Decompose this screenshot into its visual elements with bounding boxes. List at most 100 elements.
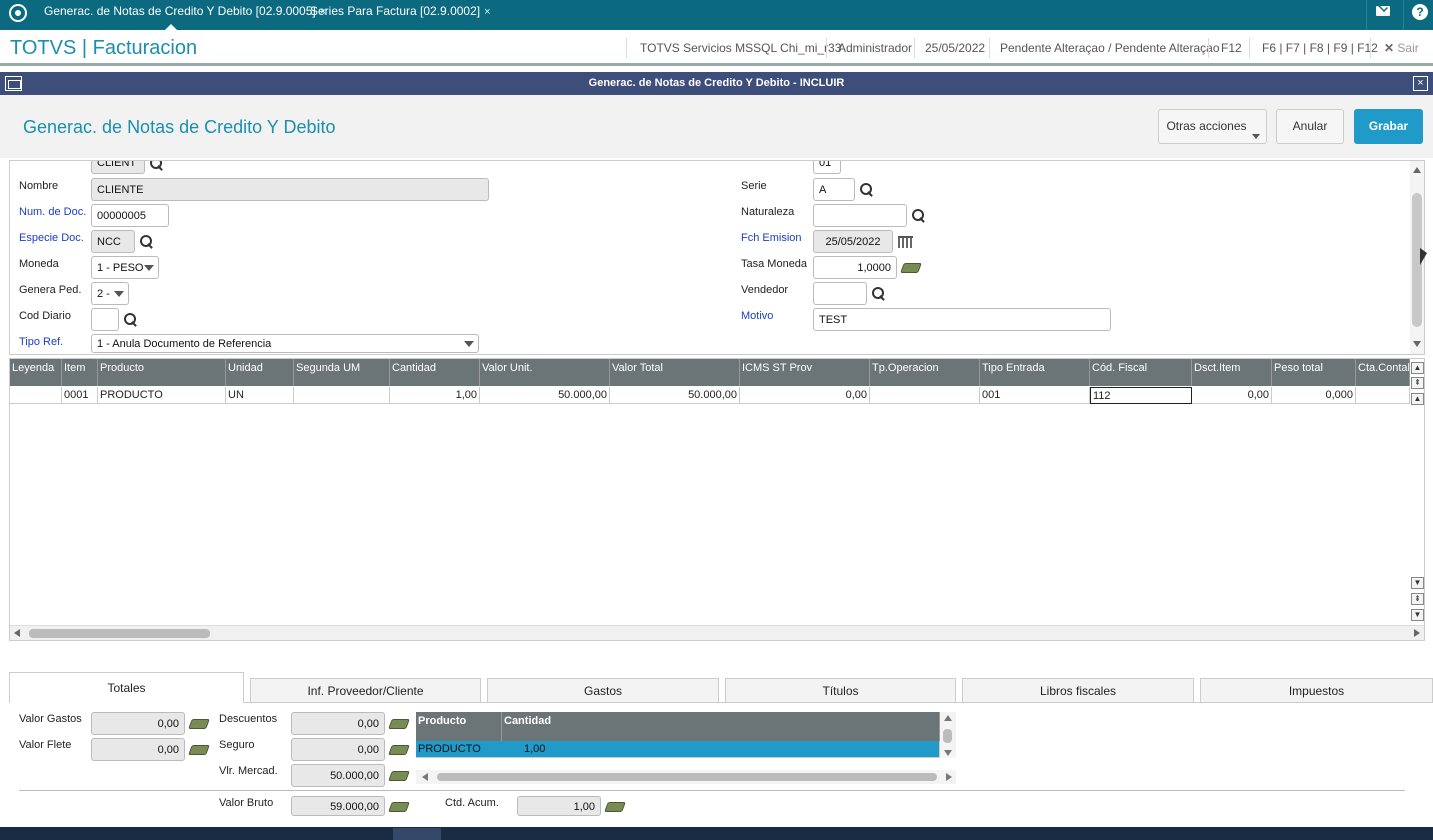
vendedor-field[interactable] — [813, 282, 867, 305]
cell-tipo-entrada[interactable]: 001 — [980, 387, 1090, 404]
num-doc-field[interactable]: 00000005 — [91, 204, 169, 227]
cell-segunda-um[interactable] — [294, 387, 390, 404]
money-icon[interactable] — [188, 719, 210, 729]
nombre-field[interactable]: CLIENTE — [91, 178, 489, 201]
col-header[interactable]: Leyenda — [10, 359, 62, 386]
col-header[interactable]: Cantidad — [502, 712, 940, 741]
save-button[interactable]: Grabar — [1354, 109, 1423, 144]
scroll-thumb[interactable] — [29, 629, 210, 638]
tab-totales[interactable]: Totales — [9, 672, 244, 703]
scroll-down-icon[interactable] — [1413, 341, 1421, 347]
cell-producto[interactable]: PRODUCTO — [416, 741, 502, 758]
ctd-acum-field[interactable]: 1,00 — [517, 796, 601, 816]
moneda-select[interactable]: 1 - PESO — [91, 256, 159, 279]
tab-libros-fiscales[interactable]: Libros fiscales — [962, 678, 1194, 703]
descuentos-field[interactable]: 0,00 — [291, 712, 385, 735]
cell-dsct-item[interactable]: 0,00 — [1192, 387, 1272, 404]
col-header[interactable]: Tp.Operacion — [870, 359, 980, 386]
client-code-field[interactable]: CLIENT — [91, 161, 145, 174]
valor-gastos-field[interactable]: 0,00 — [91, 712, 185, 735]
valor-bruto-field[interactable]: 59.000,00 — [291, 796, 385, 816]
other-actions-button[interactable]: Otras acciones — [1158, 109, 1267, 144]
search-icon[interactable] — [140, 235, 154, 249]
money-icon[interactable] — [388, 802, 410, 812]
cell-valor-total[interactable]: 50.000,00 — [610, 387, 740, 404]
cod-diario-field[interactable] — [91, 308, 119, 331]
cell-tp-operacion[interactable] — [870, 387, 980, 404]
function-keys[interactable]: F6 | F7 | F8 | F9 | F12 — [1262, 41, 1378, 55]
search-icon[interactable] — [912, 209, 926, 223]
cell-cantidad[interactable]: 1,00 — [390, 387, 480, 404]
cell-cod-fiscal[interactable]: 112 — [1090, 387, 1192, 404]
cell-producto[interactable]: PRODUCTO — [98, 387, 226, 404]
cell-unidad[interactable]: UN — [226, 387, 294, 404]
serie-field[interactable]: A — [813, 178, 855, 201]
cell-cantidad[interactable]: 1,00 — [502, 741, 940, 758]
search-icon[interactable] — [860, 183, 874, 197]
search-icon[interactable] — [150, 161, 164, 171]
money-icon[interactable] — [388, 771, 410, 781]
search-icon[interactable] — [124, 313, 138, 327]
scroll-left-icon[interactable] — [14, 629, 20, 637]
money-icon[interactable] — [188, 745, 210, 755]
f12-shortcut[interactable]: F12 — [1221, 41, 1242, 55]
genera-ped-select[interactable]: 2 - — [91, 282, 129, 305]
cell-peso-total[interactable]: 0,000 — [1272, 387, 1356, 404]
search-icon[interactable] — [872, 287, 886, 301]
tab-notas-credito[interactable]: Generac. de Notas de Credito Y Debito [0… — [44, 0, 326, 30]
motivo-field[interactable]: TEST — [813, 308, 1111, 331]
tipo-ref-select[interactable]: 1 - Anula Documento de Referencia — [91, 334, 479, 353]
cell-leyenda[interactable] — [10, 387, 62, 404]
taskbar-item[interactable] — [393, 828, 441, 840]
scroll-down-icon[interactable]: ▼ — [1411, 577, 1424, 589]
col-header[interactable]: Cód. Fiscal — [1090, 359, 1192, 386]
tab-titulos[interactable]: Títulos — [725, 678, 956, 703]
page-up-icon[interactable]: ⇞ — [1411, 377, 1424, 389]
col-header[interactable]: Producto — [98, 359, 226, 386]
exit-button[interactable]: ✕ Sair — [1384, 41, 1419, 55]
col-header[interactable]: ICMS ST Prov — [740, 359, 870, 386]
naturaleza-field[interactable] — [813, 204, 907, 227]
store-field[interactable]: 01 — [813, 161, 841, 174]
close-icon[interactable]: × — [484, 6, 490, 18]
col-header[interactable]: Unidad — [226, 359, 294, 386]
money-icon[interactable] — [388, 745, 410, 755]
grid-horizontal-scrollbar[interactable] — [10, 625, 1424, 640]
money-icon[interactable] — [388, 719, 410, 729]
col-header[interactable]: Peso total — [1272, 359, 1356, 386]
mini-horizontal-scrollbar[interactable] — [416, 770, 956, 784]
vlr-mercad-field[interactable]: 50.000,00 — [291, 764, 385, 787]
scroll-top-icon[interactable]: ▲ — [1411, 362, 1424, 374]
money-icon[interactable] — [604, 802, 626, 812]
page-down-icon[interactable]: ⇟ — [1411, 593, 1424, 605]
dialog-close-button[interactable]: × — [1413, 76, 1428, 91]
cell-valor-unit[interactable]: 50.000,00 — [480, 387, 610, 404]
tab-inf-proveedor[interactable]: Inf. Proveedor/Cliente — [250, 678, 481, 703]
col-header[interactable]: Producto — [416, 712, 502, 741]
tasa-moneda-field[interactable]: 1,0000 — [813, 256, 897, 279]
scroll-bottom-icon[interactable]: ▼ — [1411, 609, 1424, 621]
tab-impuestos[interactable]: Impuestos — [1200, 678, 1433, 703]
scroll-right-icon[interactable] — [1414, 629, 1420, 637]
seguro-field[interactable]: 0,00 — [291, 738, 385, 761]
scroll-up-icon[interactable]: ▲ — [1411, 393, 1424, 405]
cancel-button[interactable]: Anular — [1276, 109, 1344, 144]
cell-cta-contab[interactable] — [1356, 387, 1410, 404]
mini-vertical-scrollbar[interactable] — [940, 712, 956, 758]
scroll-up-icon[interactable] — [1413, 167, 1421, 173]
col-header[interactable]: Cantidad — [390, 359, 480, 386]
col-header[interactable]: Tipo Entrada — [980, 359, 1090, 386]
help-icon[interactable]: ? — [1412, 4, 1428, 20]
valor-flete-field[interactable]: 0,00 — [91, 738, 185, 761]
tab-series-factura[interactable]: Series Para Factura [02.9.0002] × — [310, 0, 491, 30]
especie-field[interactable]: NCC — [91, 230, 135, 253]
money-icon[interactable] — [900, 263, 922, 273]
cell-icms-st[interactable]: 0,00 — [740, 387, 870, 404]
col-header[interactable]: Item — [62, 359, 98, 386]
col-header[interactable]: Valor Unit. — [480, 359, 610, 386]
col-header[interactable]: Dsct.Item — [1192, 359, 1272, 386]
calendar-icon[interactable] — [898, 236, 913, 248]
mail-icon[interactable] — [1376, 2, 1390, 16]
totvs-logo-icon[interactable] — [9, 4, 27, 22]
cell-item[interactable]: 0001 — [62, 387, 98, 404]
